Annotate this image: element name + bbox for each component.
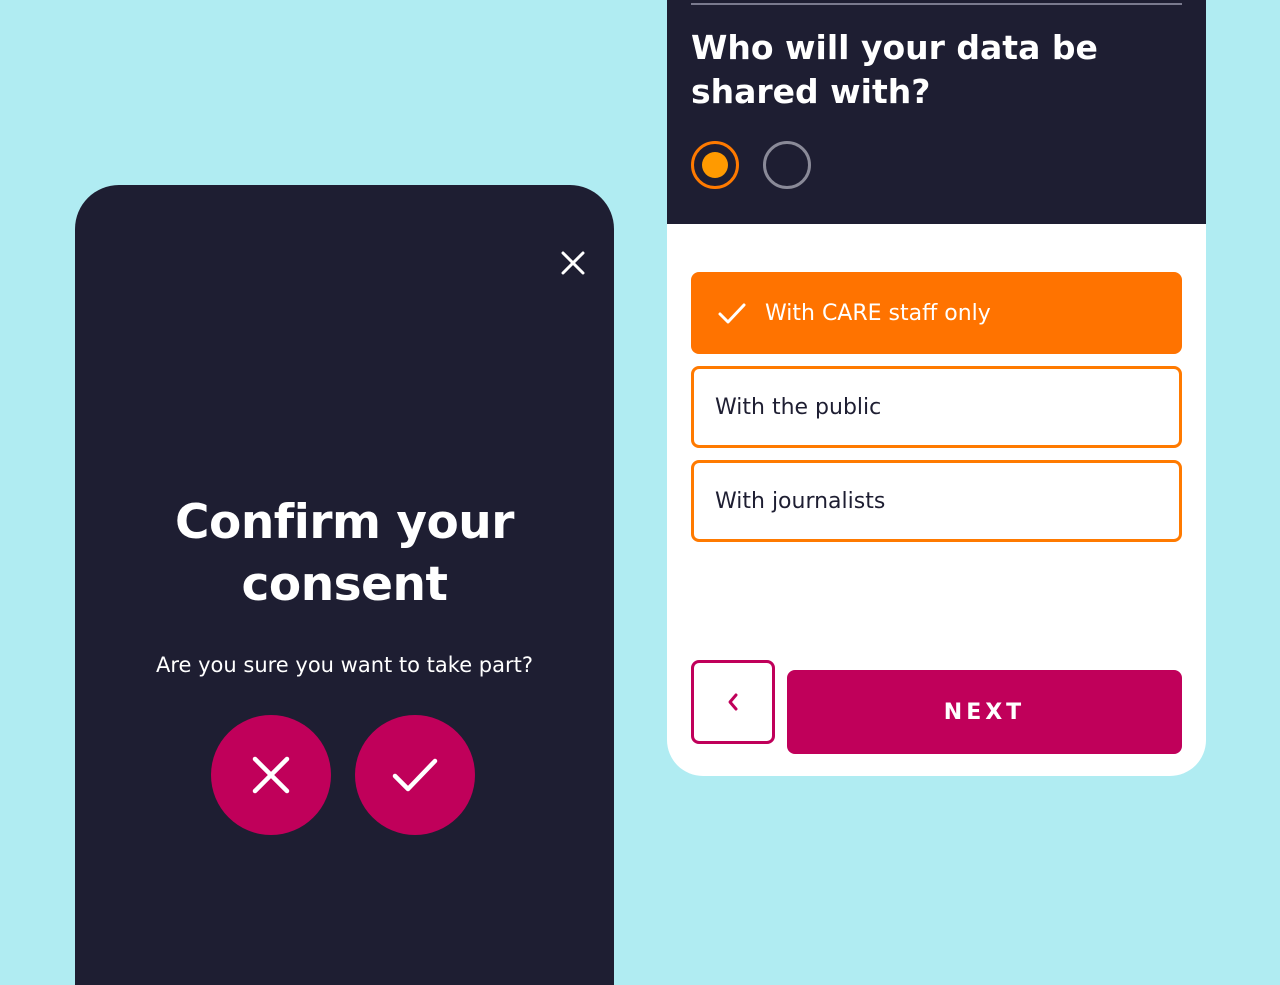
back-button[interactable] <box>691 660 775 744</box>
option-label: With journalists <box>715 488 886 514</box>
option-label: With CARE staff only <box>765 300 991 326</box>
question-screen: Who will your data be shared with? With … <box>667 0 1206 776</box>
consent-title: Confirm your consent <box>175 495 514 612</box>
header-divider <box>691 3 1182 5</box>
consent-modal: Confirm your consent Are you sure you wa… <box>75 185 614 985</box>
progress-step-2 <box>763 141 811 189</box>
option-public[interactable]: With the public <box>691 366 1182 448</box>
progress-step-1 <box>691 141 739 189</box>
chevron-left-icon <box>728 693 738 711</box>
option-label: With the public <box>715 394 882 420</box>
progress-step-fill <box>702 152 728 178</box>
consent-subtitle: Are you sure you want to take part? <box>155 653 533 677</box>
accept-button[interactable] <box>355 715 475 835</box>
answer-options: With CARE staff only With the public Wit… <box>691 272 1182 554</box>
close-button[interactable] <box>559 249 587 277</box>
option-journalists[interactable]: With journalists <box>691 460 1182 542</box>
decline-button[interactable] <box>211 715 331 835</box>
question-header: Who will your data be shared with? <box>667 0 1206 224</box>
checkmark-icon <box>392 758 438 792</box>
close-icon <box>561 251 585 275</box>
option-care-staff[interactable]: With CARE staff only <box>691 272 1182 354</box>
question-title: Who will your data be shared with? <box>691 28 1098 111</box>
next-button[interactable]: NEXT <box>787 670 1182 754</box>
x-icon <box>252 756 290 794</box>
checkmark-icon <box>718 303 746 324</box>
